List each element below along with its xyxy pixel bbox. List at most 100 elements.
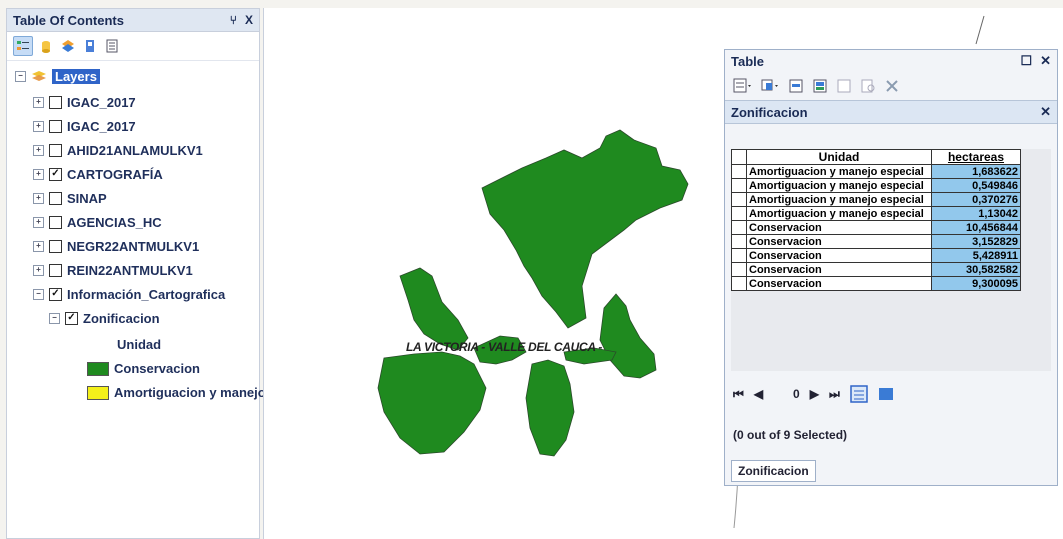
- zoom-to-selected-icon[interactable]: [861, 78, 877, 94]
- current-record-number[interactable]: 0: [793, 387, 800, 401]
- layer-checkbox[interactable]: [49, 120, 62, 133]
- table-row[interactable]: Amortiguacion y manejo especial 0,370276: [731, 192, 1021, 207]
- select-by-attributes-icon[interactable]: [789, 78, 805, 94]
- pin-icon[interactable]: ⑂: [230, 13, 237, 27]
- layer-name[interactable]: NEGR22ANTMULKV1: [67, 239, 199, 254]
- row-selector[interactable]: [731, 220, 747, 235]
- cell-unidad[interactable]: Conservacion: [746, 262, 932, 277]
- cell-unidad[interactable]: Conservacion: [746, 276, 932, 291]
- expand-icon[interactable]: +: [33, 169, 44, 180]
- cell-unidad[interactable]: Amortiguacion y manejo especial: [746, 164, 932, 179]
- switch-selection-icon[interactable]: [813, 78, 829, 94]
- cell-hectareas[interactable]: 3,152829: [931, 234, 1021, 249]
- cell-hectareas[interactable]: 5,428911: [931, 248, 1021, 263]
- layer-name[interactable]: Información_Cartografica: [67, 287, 225, 302]
- table-row[interactable]: Conservacion 5,428911: [731, 248, 1021, 263]
- list-by-drawing-order-icon[interactable]: [13, 36, 33, 56]
- layer-name[interactable]: IGAC_2017: [67, 119, 136, 134]
- expand-icon[interactable]: +: [33, 121, 44, 132]
- close-icon[interactable]: ✕: [1040, 53, 1051, 69]
- list-by-source-icon[interactable]: [37, 37, 55, 55]
- cell-unidad[interactable]: Amortiguacion y manejo especial: [746, 192, 932, 207]
- delete-selected-icon[interactable]: [885, 79, 899, 93]
- row-selector-header[interactable]: [731, 149, 747, 165]
- expand-icon[interactable]: +: [33, 145, 44, 156]
- row-selector[interactable]: [731, 192, 747, 207]
- layer-row[interactable]: + IGAC_2017: [33, 119, 136, 134]
- layer-checkbox-checked[interactable]: ✓: [49, 168, 62, 181]
- layer-checkbox-checked[interactable]: ✓: [49, 288, 62, 301]
- table-bottom-tab[interactable]: Zonificacion: [731, 460, 816, 482]
- show-all-records-icon[interactable]: [850, 385, 868, 403]
- cell-hectareas[interactable]: 10,456844: [931, 220, 1021, 235]
- maximize-icon[interactable]: ☐: [1020, 53, 1032, 69]
- layer-row[interactable]: + NEGR22ANTMULKV1: [33, 239, 199, 254]
- cell-hectareas[interactable]: 1,683622: [931, 164, 1021, 179]
- cell-unidad[interactable]: Conservacion: [746, 220, 932, 235]
- sublayer-name[interactable]: Zonificacion: [83, 311, 160, 326]
- row-selector[interactable]: [731, 262, 747, 277]
- layer-name[interactable]: CARTOGRAFÍA: [67, 167, 163, 182]
- layer-row[interactable]: + ✓ CARTOGRAFÍA: [33, 167, 163, 182]
- table-row[interactable]: Conservacion 30,582582: [731, 262, 1021, 277]
- close-tab-icon[interactable]: ✕: [1040, 104, 1051, 120]
- sublayer-row[interactable]: − ✓ Zonificacion: [49, 311, 160, 326]
- collapse-icon[interactable]: −: [15, 71, 26, 82]
- tree-row-layers[interactable]: − Layers: [15, 69, 100, 84]
- list-by-visibility-icon[interactable]: [59, 37, 77, 55]
- row-selector[interactable]: [731, 234, 747, 249]
- row-selector[interactable]: [731, 206, 747, 221]
- table-row[interactable]: Amortiguacion y manejo especial 0,549846: [731, 178, 1021, 193]
- cell-unidad[interactable]: Amortiguacion y manejo especial: [746, 178, 932, 193]
- expand-icon[interactable]: +: [33, 193, 44, 204]
- cell-hectareas[interactable]: 0,549846: [931, 178, 1021, 193]
- table-tab-title[interactable]: Zonificacion: [731, 105, 808, 120]
- layer-name[interactable]: AHID21ANLAMULKV1: [67, 143, 203, 158]
- previous-record-icon[interactable]: ◀: [754, 387, 763, 401]
- related-tables-icon[interactable]: [761, 78, 781, 94]
- table-row[interactable]: Conservacion 9,300095: [731, 276, 1021, 291]
- close-icon[interactable]: X: [245, 13, 253, 27]
- table-row[interactable]: Conservacion 10,456844: [731, 220, 1021, 235]
- layer-row[interactable]: − ✓ Información_Cartografica: [33, 287, 225, 302]
- layer-row[interactable]: + AHID21ANLAMULKV1: [33, 143, 203, 158]
- layer-checkbox[interactable]: [49, 264, 62, 277]
- expand-icon[interactable]: +: [33, 97, 44, 108]
- list-by-selection-icon[interactable]: [81, 37, 99, 55]
- show-selected-records-icon[interactable]: [878, 387, 894, 401]
- layer-checkbox-checked[interactable]: ✓: [65, 312, 78, 325]
- last-record-icon[interactable]: ⏭: [829, 387, 840, 402]
- cell-hectareas[interactable]: 30,582582: [931, 262, 1021, 277]
- table-row[interactable]: Amortiguacion y manejo especial 1,683622: [731, 164, 1021, 179]
- first-record-icon[interactable]: ⏮: [733, 387, 744, 402]
- expand-icon[interactable]: +: [33, 241, 44, 252]
- column-header-unidad[interactable]: Unidad: [746, 149, 932, 165]
- layer-row[interactable]: + REIN22ANTMULKV1: [33, 263, 193, 278]
- cell-unidad[interactable]: Conservacion: [746, 234, 932, 249]
- row-selector[interactable]: [731, 276, 747, 291]
- layer-name[interactable]: IGAC_2017: [67, 95, 136, 110]
- layer-checkbox[interactable]: [49, 240, 62, 253]
- layer-row[interactable]: + AGENCIAS_HC: [33, 215, 162, 230]
- layer-row[interactable]: + IGAC_2017: [33, 95, 136, 110]
- cell-unidad[interactable]: Amortiguacion y manejo especial: [746, 206, 932, 221]
- expand-icon[interactable]: +: [33, 265, 44, 276]
- layers-root-label[interactable]: Layers: [52, 69, 100, 84]
- column-header-hectareas[interactable]: hectareas: [931, 149, 1021, 165]
- row-selector[interactable]: [731, 248, 747, 263]
- cell-hectareas[interactable]: 0,370276: [931, 192, 1021, 207]
- layer-row[interactable]: + SINAP: [33, 191, 107, 206]
- layer-checkbox[interactable]: [49, 216, 62, 229]
- row-selector[interactable]: [731, 178, 747, 193]
- layer-name[interactable]: SINAP: [67, 191, 107, 206]
- layer-checkbox[interactable]: [49, 192, 62, 205]
- cell-hectareas[interactable]: 9,300095: [931, 276, 1021, 291]
- table-row[interactable]: Conservacion 3,152829: [731, 234, 1021, 249]
- layer-name[interactable]: AGENCIAS_HC: [67, 215, 162, 230]
- cell-hectareas[interactable]: 1,13042: [931, 206, 1021, 221]
- layer-name[interactable]: REIN22ANTMULKV1: [67, 263, 193, 278]
- row-selector[interactable]: [731, 164, 747, 179]
- collapse-icon[interactable]: −: [49, 313, 60, 324]
- options-icon[interactable]: [103, 37, 121, 55]
- layer-checkbox[interactable]: [49, 96, 62, 109]
